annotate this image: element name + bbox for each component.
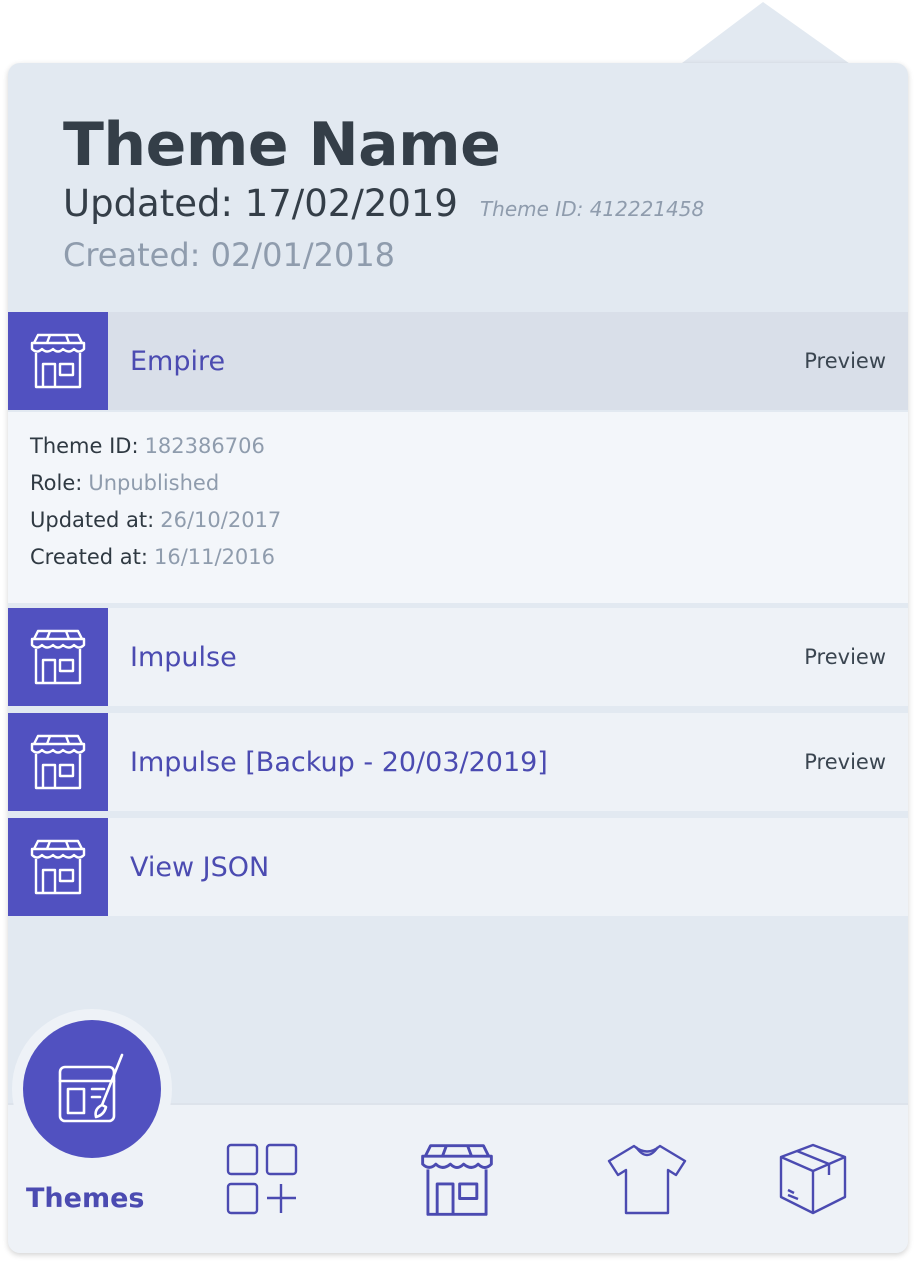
updated-line: Updated: 17/02/2019 Theme ID: 412221458: [63, 181, 888, 227]
updated-date: Updated: 17/02/2019: [63, 182, 458, 225]
preview-link[interactable]: Preview: [804, 750, 886, 774]
theme-details: Theme ID: 182386706 Role: Unpublished Upda…: [8, 412, 908, 603]
detail-role: Role: Unpublished: [30, 469, 908, 506]
popover-notch: [678, 2, 853, 66]
detail-label: Role:: [30, 471, 83, 495]
detail-value: 26/10/2017: [160, 508, 282, 532]
detail-value: 182386706: [144, 434, 265, 458]
add-section-icon[interactable]: [226, 1143, 298, 1215]
created-date: Created: 02/01/2018: [63, 236, 396, 274]
theme-name: Impulse: [130, 641, 237, 673]
detail-label: Updated at:: [30, 508, 155, 532]
tshirt-icon[interactable]: [606, 1143, 688, 1215]
store-icon: [8, 713, 108, 811]
detail-value: Unpublished: [88, 471, 220, 495]
store-icon: [8, 608, 108, 706]
detail-value: 16/11/2016: [153, 545, 276, 569]
theme-id-text: Theme ID: 412221458: [479, 197, 705, 221]
theme-name: Impulse [Backup - 20/03/2019]: [130, 746, 548, 778]
detail-label: Theme ID:: [30, 434, 139, 458]
theme-row-impulse-backup[interactable]: Impulse [Backup - 20/03/2019] Preview: [8, 713, 908, 811]
theme-name: Empire: [130, 345, 226, 377]
theme-row-empire[interactable]: Empire Preview: [8, 312, 908, 410]
themes-icon: [58, 1053, 124, 1123]
themes-nav-label[interactable]: Themes: [26, 1183, 144, 1214]
page-title: Theme Name: [63, 110, 501, 180]
store-icon: [8, 818, 108, 916]
store-icon[interactable]: [416, 1143, 498, 1217]
theme-row-impulse[interactable]: Impulse Preview: [8, 608, 908, 706]
preview-link[interactable]: Preview: [804, 645, 886, 669]
view-json-row[interactable]: View JSON: [8, 818, 908, 916]
theme-panel: Theme Name Updated: 17/02/2019 Theme ID:…: [8, 63, 908, 1253]
theme-header: Theme Name Updated: 17/02/2019 Theme ID:…: [63, 111, 888, 275]
detail-theme-id: Theme ID: 182386706: [30, 432, 908, 469]
themes-button[interactable]: [23, 1020, 161, 1158]
detail-created: Created at: 16/11/2016: [30, 543, 908, 580]
view-json-label: View JSON: [130, 851, 270, 883]
preview-link[interactable]: Preview: [804, 349, 886, 373]
detail-updated: Updated at: 26/10/2017: [30, 506, 908, 543]
store-icon: [8, 312, 108, 410]
detail-label: Created at:: [30, 545, 148, 569]
box-icon[interactable]: [778, 1143, 848, 1215]
